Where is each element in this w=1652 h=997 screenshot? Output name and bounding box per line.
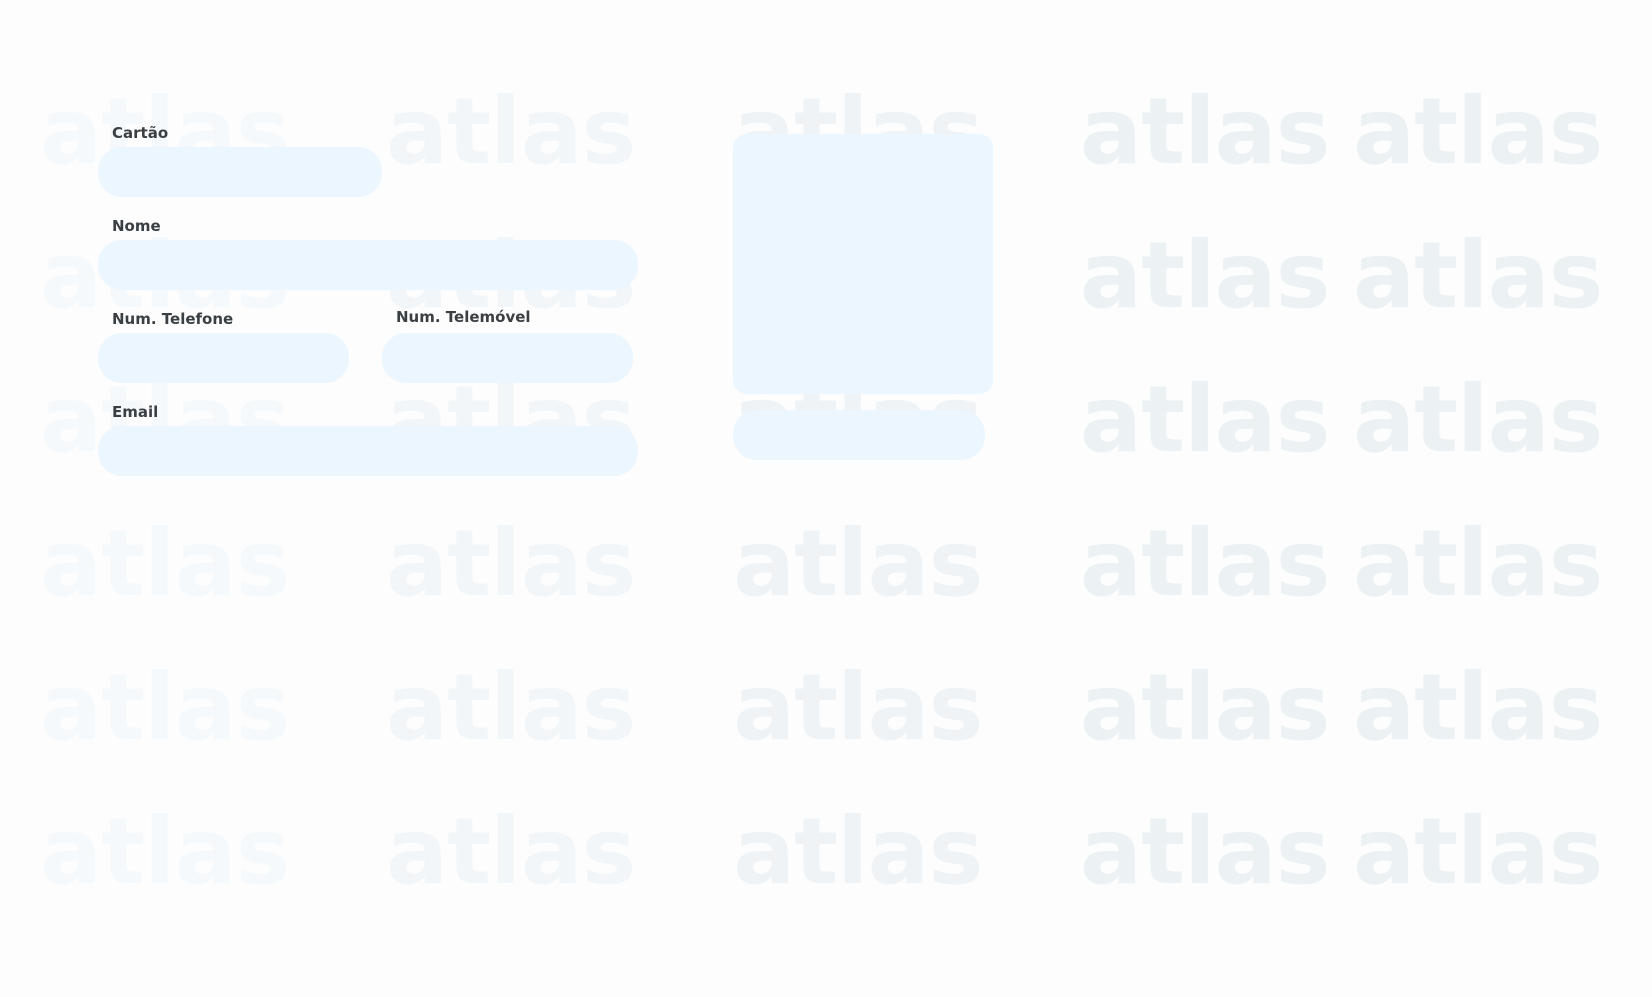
name-label: Nome [112,217,161,235]
card-form: Cartão Nome Num. Telefone Num. Telemóvel… [0,0,1652,997]
card-label: Cartão [112,124,169,142]
photo-field[interactable] [733,410,985,460]
email-input[interactable] [98,426,638,476]
name-input[interactable] [98,240,638,290]
card-input[interactable] [98,147,382,197]
phone-input[interactable] [98,333,349,383]
mobile-label: Num. Telemóvel [396,308,531,326]
mobile-input[interactable] [382,333,633,383]
photo-upload-area[interactable] [733,134,993,394]
email-label: Email [112,403,159,421]
phone-label: Num. Telefone [112,310,234,328]
